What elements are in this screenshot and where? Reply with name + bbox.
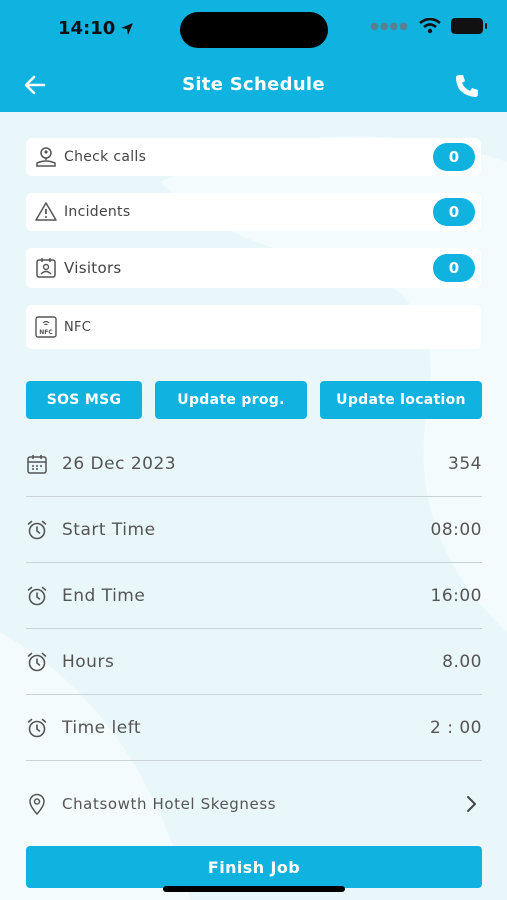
home-indicator: [163, 886, 345, 892]
warning-icon: [34, 200, 58, 224]
hours-label: Hours: [62, 651, 115, 672]
update-progress-button[interactable]: Update prog.: [155, 381, 307, 419]
nfc-label: NFC: [64, 319, 92, 335]
visitors-label: Visitors: [64, 259, 122, 277]
calendar-icon: [26, 453, 48, 475]
update-location-button[interactable]: Update location: [320, 381, 482, 419]
check-calls-label: Check calls: [64, 149, 147, 165]
location-arrow-icon: [121, 22, 134, 35]
alarm-clock-icon: [26, 717, 48, 739]
dynamic-island: [180, 12, 328, 48]
end-time-row: End Time 16:00: [26, 563, 482, 629]
map-pin-icon: [26, 793, 48, 815]
check-calls-card[interactable]: Check calls 0: [26, 138, 481, 176]
wifi-icon: [419, 18, 441, 34]
start-time-row: Start Time 08:00: [26, 497, 482, 563]
time-left-value: 2 : 00: [430, 717, 482, 738]
alarm-clock-icon: [26, 585, 48, 607]
incidents-count-badge: 0: [433, 198, 475, 226]
start-time-value: 08:00: [430, 519, 482, 540]
visitors-count-badge: 0: [433, 254, 475, 282]
date-row: 26 Dec 2023 354: [26, 431, 482, 497]
time-left-row: Time left 2 : 00: [26, 695, 482, 761]
svg-text:NFC: NFC: [39, 329, 53, 336]
time-left-label: Time left: [62, 717, 142, 738]
nfc-icon: NFC: [34, 315, 58, 339]
visitors-card[interactable]: Visitors 0: [26, 248, 481, 288]
status-time-text: 14:10: [58, 18, 116, 39]
status-icons: ●●●●: [370, 18, 487, 34]
incidents-label: Incidents: [64, 204, 131, 220]
hours-row: Hours 8.00: [26, 629, 482, 695]
date-value: 354: [448, 453, 482, 474]
finish-job-button[interactable]: Finish Job: [26, 846, 482, 888]
battery-icon: [451, 18, 487, 34]
end-time-label: End Time: [62, 585, 146, 606]
check-calls-count-badge: 0: [433, 143, 475, 171]
chevron-right-icon: [467, 796, 476, 812]
header: 14:10 ●●●● Site Schedule: [0, 0, 507, 112]
alarm-clock-icon: [26, 519, 48, 541]
end-time-value: 16:00: [430, 585, 482, 606]
alarm-clock-icon: [26, 651, 48, 673]
id-card-icon: [34, 256, 58, 280]
sos-message-button[interactable]: SOS MSG: [26, 381, 142, 419]
hours-value: 8.00: [442, 651, 482, 672]
phone-icon[interactable]: [453, 72, 481, 100]
location-person-icon: [34, 145, 58, 169]
start-time-label: Start Time: [62, 519, 156, 540]
status-time: 14:10: [58, 18, 135, 39]
incidents-card[interactable]: Incidents 0: [26, 193, 481, 231]
site-location-row[interactable]: Chatsowth Hotel Skegness: [26, 784, 482, 824]
nfc-card[interactable]: NFC NFC: [26, 305, 481, 349]
page-title: Site Schedule: [182, 74, 325, 95]
date-label: 26 Dec 2023: [62, 453, 177, 474]
site-location-label: Chatsowth Hotel Skegness: [62, 795, 277, 813]
signal-icon: ●●●●: [370, 20, 409, 32]
